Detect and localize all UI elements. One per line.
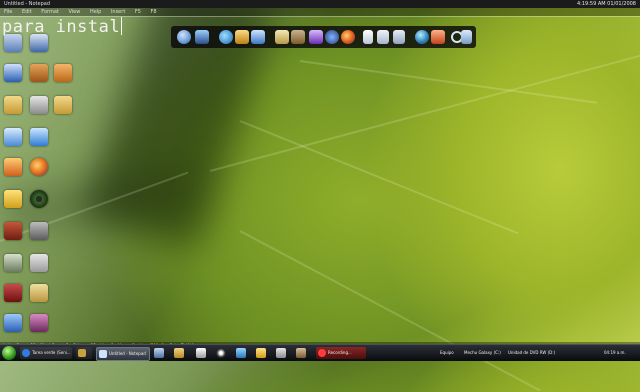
- menu-insert[interactable]: Insert: [111, 9, 125, 15]
- taskbar-item[interactable]: Tarea verde (Seni...: [20, 347, 72, 359]
- window-title: Untitled - Notepad: [4, 1, 51, 7]
- recycle-bin-icon[interactable]: [461, 30, 472, 44]
- taskbar-item-recording[interactable]: Recording...: [316, 347, 366, 359]
- notepad-icon: [99, 350, 107, 358]
- menu-f5[interactable]: F5: [135, 9, 141, 15]
- menu-help[interactable]: Help: [90, 9, 101, 15]
- picture-icon[interactable]: [431, 30, 445, 44]
- dock-bar: [171, 26, 476, 48]
- record-icon: [318, 349, 326, 357]
- menu-file[interactable]: File: [4, 9, 12, 15]
- menu-f8[interactable]: F8: [151, 9, 157, 15]
- taskbar-item-active[interactable]: Untitled - Notepad: [96, 347, 150, 361]
- earth-icon[interactable]: [415, 30, 429, 44]
- notes-icon[interactable]: [393, 30, 405, 44]
- documents-icon[interactable]: [377, 30, 389, 44]
- editor-text-line[interactable]: para instal: [2, 17, 123, 37]
- notepad-titlebar[interactable]: Untitled - Notepad: [0, 0, 640, 8]
- firefox-icon[interactable]: [341, 30, 355, 44]
- top-clock: 4:19:59 AM 01/01/2008: [576, 1, 636, 7]
- editor-text: para instal: [2, 17, 121, 37]
- monitor-icon[interactable]: [195, 30, 209, 44]
- text-caret: [121, 17, 123, 35]
- menu-format[interactable]: Format: [41, 9, 59, 15]
- sticky-icon[interactable]: [291, 30, 305, 44]
- taskbar-item-label: Recording...: [328, 350, 352, 355]
- document-icon[interactable]: [363, 30, 373, 44]
- folder-icon[interactable]: [196, 348, 206, 358]
- ie-icon[interactable]: [219, 30, 233, 44]
- taskbar-item-label: Untitled - Notepad: [109, 351, 146, 356]
- star-icon[interactable]: [256, 348, 266, 358]
- menu-edit[interactable]: Edit: [22, 9, 32, 15]
- media-icon[interactable]: [325, 30, 339, 44]
- notepad-editor[interactable]: [0, 16, 640, 343]
- notepad-menubar: File Edit Format View Help Insert F5 F8: [0, 8, 640, 16]
- taskbar-item[interactable]: [76, 347, 92, 359]
- tray-equipo[interactable]: Equipo: [440, 347, 454, 359]
- folder-icon[interactable]: [251, 30, 265, 44]
- media-icon[interactable]: [276, 348, 286, 358]
- ie-icon: [22, 349, 30, 357]
- lock-icon[interactable]: [235, 30, 249, 44]
- cube-icon[interactable]: [296, 348, 306, 358]
- box-icon[interactable]: [275, 30, 289, 44]
- taskbar: Tarea verde (Seni... Untitled - Notepad …: [0, 344, 640, 361]
- globe-icon[interactable]: [177, 30, 191, 44]
- winamp-icon[interactable]: [216, 348, 226, 358]
- tray-dvd[interactable]: Unidad de DVD RW (D:): [508, 347, 555, 359]
- taskbar-item-label: Tarea verde (Seni...: [32, 350, 71, 355]
- calc-icon[interactable]: [174, 348, 184, 358]
- start-button[interactable]: [2, 346, 16, 360]
- app-icon[interactable]: [236, 348, 246, 358]
- cup-icon[interactable]: [309, 30, 323, 44]
- app-icon: [78, 349, 86, 357]
- tray-clock[interactable]: 04:19 a.m.: [604, 347, 626, 359]
- menu-view[interactable]: View: [68, 9, 80, 15]
- explorer-icon[interactable]: [154, 348, 164, 358]
- tray-disk-c[interactable]: Mechu Galaxy (C:): [464, 347, 501, 359]
